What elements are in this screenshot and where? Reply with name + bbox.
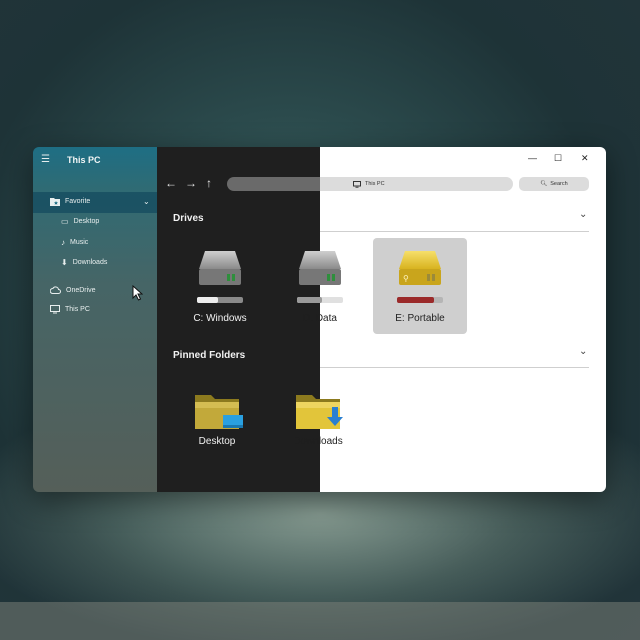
minimize-button[interactable]: — xyxy=(528,153,537,163)
pinned-folder-desktop[interactable]: Desktop xyxy=(167,385,267,455)
sidebar: ☰ This PC Favorite ⌄ ▭ Desktop ♪ Music ⬇… xyxy=(33,147,157,492)
drive-usage-bar xyxy=(197,297,243,303)
drive-label: D: Data xyxy=(303,313,337,324)
portable-drive-icon: ⚲ xyxy=(399,251,441,285)
desktop-icon: ▭ xyxy=(61,217,69,226)
drive-tile-e[interactable]: ⚲ E: Portable xyxy=(370,242,470,332)
folder-label: Downloads xyxy=(293,436,343,447)
download-arrow-icon: ⬇ xyxy=(61,258,68,267)
file-explorer-window: ☰ This PC Favorite ⌄ ▭ Desktop ♪ Music ⬇… xyxy=(33,147,606,492)
section-title-drives: Drives xyxy=(173,213,204,224)
back-arrow-icon[interactable]: ← xyxy=(165,176,177,190)
music-note-icon: ♪ xyxy=(61,238,65,247)
section-title-pinned-folders: Pinned Folders xyxy=(173,350,246,361)
drive-label: E: Portable xyxy=(395,313,445,324)
cloud-icon xyxy=(50,286,61,294)
address-bar-light[interactable] xyxy=(320,177,513,191)
drive-usage-bar xyxy=(297,297,343,303)
search-box[interactable]: 🔍︎ Search xyxy=(519,177,589,191)
sidebar-item-favorite-content[interactable]: Favorite xyxy=(50,197,90,206)
close-button[interactable]: ✕ xyxy=(581,153,589,164)
sidebar-title: This PC xyxy=(67,155,101,165)
drive-label: C: Windows xyxy=(193,313,247,324)
sidebar-item-onedrive[interactable]: OneDrive xyxy=(50,286,96,294)
hamburger-icon[interactable]: ☰ xyxy=(41,154,50,165)
sidebar-item-music[interactable]: ♪ Music xyxy=(61,238,88,247)
up-arrow-icon[interactable]: ↑ xyxy=(206,176,212,190)
sidebar-item-this-pc[interactable]: This PC xyxy=(50,305,90,314)
maximize-button[interactable]: ☐ xyxy=(554,153,562,164)
sidebar-item-label: Music xyxy=(70,239,89,246)
taskbar xyxy=(0,602,640,640)
chevron-down-icon[interactable]: ⌄ xyxy=(579,346,587,357)
pinned-folder-downloads[interactable]: Downloads xyxy=(268,385,368,455)
mouse-cursor-icon xyxy=(132,285,143,301)
folder-icon xyxy=(195,395,243,429)
address-bar[interactable] xyxy=(227,177,320,191)
drive-tile-c[interactable]: C: Windows xyxy=(170,242,270,332)
hard-drive-icon xyxy=(299,251,341,285)
hard-drive-icon xyxy=(199,251,241,285)
sidebar-item-label: Desktop xyxy=(73,218,100,225)
sidebar-item-downloads[interactable]: ⬇ Downloads xyxy=(61,258,107,267)
section-divider xyxy=(320,367,589,368)
search-label: Search xyxy=(550,181,568,187)
chevron-down-icon[interactable]: ⌄ xyxy=(143,197,150,206)
drive-tile-d[interactable]: D: Data xyxy=(270,242,370,332)
address-bar-content: This PC xyxy=(353,177,385,191)
search-icon: 🔍︎ xyxy=(540,181,548,187)
address-text: This PC xyxy=(365,181,385,187)
monitor-icon xyxy=(353,180,361,188)
star-folder-icon xyxy=(50,198,60,206)
forward-arrow-icon[interactable]: → xyxy=(185,176,197,190)
chevron-down-icon[interactable]: ⌄ xyxy=(579,209,587,220)
section-divider xyxy=(320,231,589,232)
sidebar-item-label: This PC xyxy=(65,306,90,313)
sidebar-item-label: Downloads xyxy=(72,259,108,266)
svg-text:⚲: ⚲ xyxy=(403,274,409,283)
sidebar-item-desktop[interactable]: ▭ Desktop xyxy=(61,217,99,226)
monitor-icon xyxy=(50,305,60,314)
sidebar-item-label: Favorite xyxy=(65,198,91,205)
folder-icon xyxy=(296,395,343,429)
drive-usage-bar xyxy=(397,297,443,303)
sidebar-item-label: OneDrive xyxy=(66,286,96,294)
folder-label: Desktop xyxy=(198,436,236,447)
